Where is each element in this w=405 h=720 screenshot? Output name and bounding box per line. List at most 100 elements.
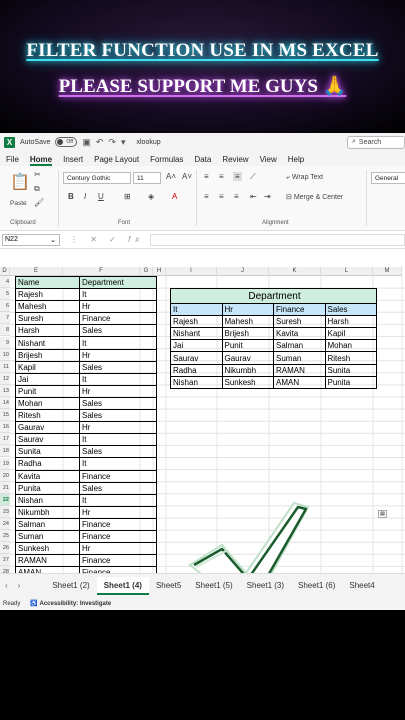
formula-input[interactable]: [150, 233, 405, 246]
table-cell[interactable]: Suman: [273, 351, 326, 365]
row-header-8[interactable]: 8: [0, 324, 10, 337]
table-cell[interactable]: Punita: [15, 481, 80, 495]
customize-toolbar-icon[interactable]: ▾: [121, 137, 126, 148]
font-name-select[interactable]: Century Gothic: [63, 172, 131, 184]
table-cell[interactable]: It: [79, 493, 157, 507]
column-header-J[interactable]: J: [217, 267, 269, 276]
row-header-11[interactable]: 11: [0, 360, 10, 373]
row-header-9[interactable]: 9: [0, 336, 10, 349]
row-header-28[interactable]: 28: [0, 566, 10, 573]
decrease-indent-icon[interactable]: ⇤: [250, 192, 257, 201]
table-cell[interactable]: Nikumbh: [15, 505, 80, 519]
bold-icon[interactable]: B: [68, 192, 74, 201]
column-header-F[interactable]: F: [63, 267, 140, 276]
align-left-icon[interactable]: ≡: [204, 192, 209, 201]
table-cell[interactable]: Nikumbh: [221, 363, 274, 377]
orientation-icon[interactable]: ⟋: [250, 172, 256, 182]
next-sheet-icon[interactable]: ›: [13, 581, 26, 590]
table-cell[interactable]: Ritesh: [15, 409, 80, 423]
table-cell[interactable]: Kavita: [15, 469, 80, 483]
table-cell[interactable]: Punit: [15, 384, 80, 398]
table-cell[interactable]: RAMAN: [15, 554, 80, 568]
row-header-16[interactable]: 16: [0, 421, 10, 434]
table-cell[interactable]: Hr: [79, 348, 157, 362]
tab-view[interactable]: View: [260, 155, 277, 166]
tab-file[interactable]: File: [6, 155, 19, 166]
font-size-select[interactable]: 11: [133, 172, 161, 184]
sheet-tab[interactable]: Sheet4: [342, 577, 381, 595]
row-header-20[interactable]: 20: [0, 469, 10, 482]
borders-icon[interactable]: ⊞: [124, 192, 131, 201]
increase-font-icon[interactable]: A˄: [166, 172, 176, 181]
table-cell[interactable]: Ritesh: [324, 351, 377, 365]
tab-help[interactable]: Help: [288, 155, 304, 166]
worksheet-grid[interactable]: DEFGHIJKLM 4 5 6 7 8 9 10 11 12 13 14 15 16 17 18 19 20 2…: [0, 267, 405, 573]
row-header-24[interactable]: 24: [0, 518, 10, 531]
table-cell[interactable]: It: [79, 336, 157, 350]
sheet-tab[interactable]: Sheet1 (5): [188, 577, 239, 595]
row-header-26[interactable]: 26: [0, 542, 10, 555]
tab-data[interactable]: Data: [194, 155, 211, 166]
table-cell[interactable]: It: [79, 457, 157, 471]
autosave-toggle[interactable]: Off: [55, 137, 78, 147]
tab-insert[interactable]: Insert: [63, 155, 83, 166]
table-cell[interactable]: It: [79, 288, 157, 302]
department-title[interactable]: Department: [170, 288, 377, 305]
table-cell[interactable]: Radha: [15, 457, 80, 471]
table-cell[interactable]: Finance: [79, 517, 157, 531]
merge-center-button[interactable]: ⊟ Merge & Center: [286, 193, 343, 201]
redo-icon[interactable]: ↷: [108, 137, 116, 148]
table-cell[interactable]: Mohan: [324, 339, 377, 353]
row-header-5[interactable]: 5: [0, 288, 10, 301]
table-cell[interactable]: Rajesh: [15, 288, 80, 302]
table-cell[interactable]: It: [79, 372, 157, 386]
paste-icon[interactable]: 📋: [10, 172, 30, 192]
sheet-tab[interactable]: Sheet1 (6): [291, 577, 342, 595]
table-cell[interactable]: Nishant: [170, 327, 223, 341]
paste-options-icon[interactable]: ▤: [378, 510, 387, 518]
table-cell[interactable]: Suman: [15, 529, 80, 544]
table-cell[interactable]: Saurav: [15, 433, 80, 447]
table-cell[interactable]: Finance: [79, 469, 157, 483]
table-cell[interactable]: Kapil: [324, 327, 377, 341]
column-heading[interactable]: Name: [15, 275, 80, 290]
table-cell[interactable]: Hr: [79, 542, 157, 556]
search-input[interactable]: ⌕ Search: [347, 135, 405, 149]
table-cell[interactable]: Finance: [79, 529, 157, 544]
table-cell[interactable]: Jai: [15, 372, 80, 386]
department-heading[interactable]: Finance: [273, 303, 326, 317]
table-cell[interactable]: Gaurav: [221, 351, 274, 365]
name-box[interactable]: N22 ⌄: [2, 233, 60, 246]
row-header-15[interactable]: 15: [0, 409, 10, 422]
table-cell[interactable]: Sunita: [324, 363, 377, 377]
align-right-icon[interactable]: ≡: [234, 192, 239, 201]
row-header-21[interactable]: 21: [0, 481, 10, 494]
column-header-D[interactable]: D: [0, 267, 10, 276]
table-cell[interactable]: Hr: [79, 300, 157, 314]
table-cell[interactable]: It: [79, 433, 157, 447]
column-heading[interactable]: Department: [79, 275, 157, 290]
table-cell[interactable]: Sales: [79, 481, 157, 495]
align-middle-icon[interactable]: ≡: [219, 172, 224, 181]
table-cell[interactable]: Sales: [79, 445, 157, 459]
table-cell[interactable]: Punita: [324, 375, 377, 389]
row-header-19[interactable]: 19: [0, 457, 10, 470]
align-top-icon[interactable]: ≡: [204, 172, 209, 181]
table-cell[interactable]: Brijesh: [15, 348, 80, 362]
table-cell[interactable]: Mahesh: [15, 300, 80, 314]
row-header-6[interactable]: 6: [0, 300, 10, 313]
paste-label[interactable]: Paste: [10, 200, 27, 207]
row-header-13[interactable]: 13: [0, 384, 10, 397]
table-cell[interactable]: Suresh: [273, 315, 326, 329]
table-cell[interactable]: Sunkesh: [221, 375, 274, 389]
sheet-tab[interactable]: Sheet5: [149, 577, 188, 595]
table-cell[interactable]: RAMAN: [273, 363, 326, 377]
column-header-I[interactable]: I: [166, 267, 217, 276]
table-cell[interactable]: Kavita: [273, 327, 326, 341]
tab-home[interactable]: Home: [29, 155, 53, 166]
table-cell[interactable]: Salman: [273, 339, 326, 353]
tab-review[interactable]: Review: [222, 155, 248, 166]
department-heading[interactable]: Sales: [324, 303, 377, 317]
column-header-G[interactable]: G: [140, 267, 153, 276]
row-header-22[interactable]: 22: [0, 493, 10, 506]
